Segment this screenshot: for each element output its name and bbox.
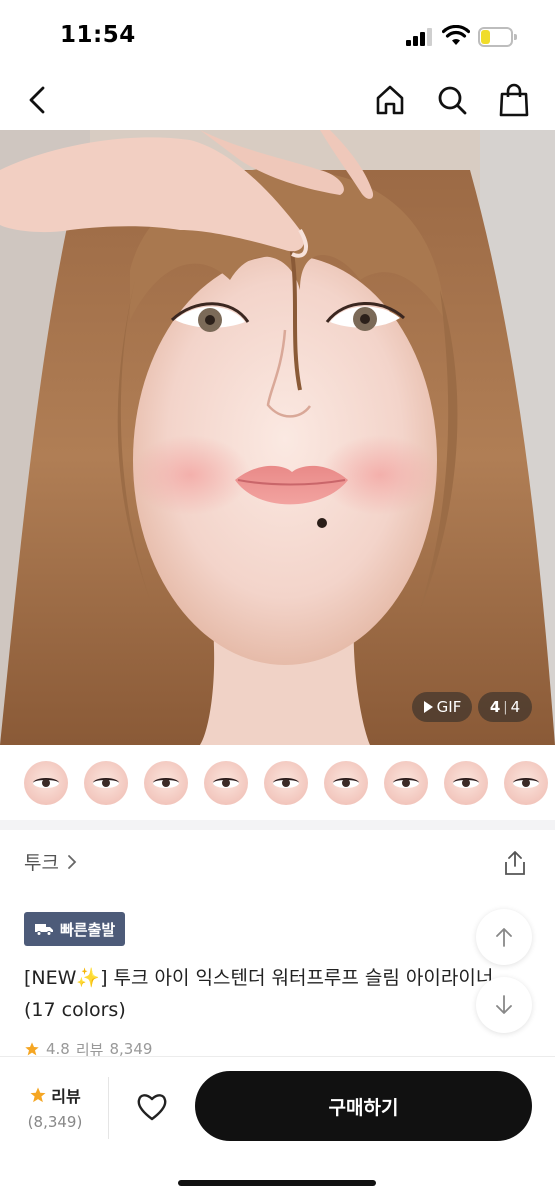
home-icon: [376, 85, 404, 115]
image-total: 4: [510, 698, 521, 716]
wishlist-button[interactable]: [130, 1087, 174, 1127]
iris-icon: [42, 778, 50, 787]
iris-icon: [462, 778, 470, 787]
scroll-to-bottom-button[interactable]: [476, 977, 532, 1033]
product-title: [NEW✨] 투크 아이 익스텐더 워터프루프 슬림 아이라이너 (17 col…: [24, 967, 494, 1021]
vertical-divider: [108, 1077, 109, 1139]
star-icon: [25, 1042, 39, 1056]
status-time: 11:54: [60, 22, 136, 48]
iris-icon: [282, 778, 290, 787]
arrow-down-icon: [496, 995, 512, 1014]
color-swatch-thumb[interactable]: [264, 760, 308, 805]
scroll-to-top-button[interactable]: [476, 909, 532, 965]
color-swatch-thumb[interactable]: [324, 760, 368, 805]
bottom-action-bar: 리뷰 (8,349) 구매하기: [0, 1056, 555, 1200]
home-indicator: [178, 1180, 376, 1186]
fast-shipping-label: 빠른출발: [60, 920, 116, 939]
battery-icon: [478, 27, 517, 47]
product-image[interactable]: GIF 4 | 4: [0, 130, 555, 745]
chevron-left-icon: [29, 86, 45, 114]
review-summary-button[interactable]: 리뷰 (8,349): [22, 1083, 88, 1131]
fast-shipping-badge: 빠른출발: [24, 912, 126, 946]
share-icon: [505, 851, 525, 875]
search-button[interactable]: [432, 80, 472, 120]
color-swatch-thumb[interactable]: [384, 760, 428, 805]
arrow-up-icon: [496, 928, 512, 947]
cart-button[interactable]: [494, 80, 534, 120]
share-button[interactable]: [498, 846, 532, 880]
brand-name: 투크: [24, 852, 59, 874]
truck-icon: [35, 924, 53, 936]
iris-icon: [102, 778, 110, 787]
section-divider: [0, 820, 555, 830]
back-button[interactable]: [18, 80, 58, 120]
gif-badge[interactable]: GIF: [412, 692, 472, 722]
status-bar: 11:54: [0, 0, 555, 70]
star-icon: [30, 1087, 46, 1103]
buy-button[interactable]: 구매하기: [195, 1071, 532, 1141]
image-separator: |: [503, 699, 508, 715]
iris-icon: [522, 778, 530, 787]
color-swatch-thumb[interactable]: [84, 760, 128, 805]
image-current: 4: [489, 698, 501, 716]
heart-icon: [137, 1094, 167, 1121]
shopping-bag-icon: [499, 83, 529, 117]
iris-icon: [162, 778, 170, 787]
wifi-icon: [442, 25, 470, 45]
review-label: 리뷰: [51, 1087, 81, 1106]
cellular-signal-icon: [406, 28, 434, 46]
color-swatch-strip: [0, 745, 555, 820]
review-count: (8,349): [27, 1113, 83, 1131]
image-counter: 4 | 4: [478, 692, 532, 722]
color-swatch-thumb[interactable]: [504, 760, 548, 805]
color-swatch-thumb[interactable]: [204, 760, 248, 805]
color-swatch-thumb[interactable]: [24, 760, 68, 805]
color-swatch-thumb[interactable]: [144, 760, 188, 805]
iris-icon: [342, 778, 350, 787]
brand-link[interactable]: 투크: [24, 848, 77, 875]
model-photo: [0, 130, 555, 745]
chevron-right-icon: [68, 854, 77, 869]
gif-label: GIF: [436, 698, 462, 716]
home-button[interactable]: [370, 80, 410, 120]
color-swatch-thumb[interactable]: [444, 760, 488, 805]
play-icon: [423, 701, 433, 713]
top-nav: [0, 70, 555, 130]
search-icon: [438, 86, 467, 115]
iris-icon: [402, 778, 410, 787]
iris-icon: [222, 778, 230, 787]
